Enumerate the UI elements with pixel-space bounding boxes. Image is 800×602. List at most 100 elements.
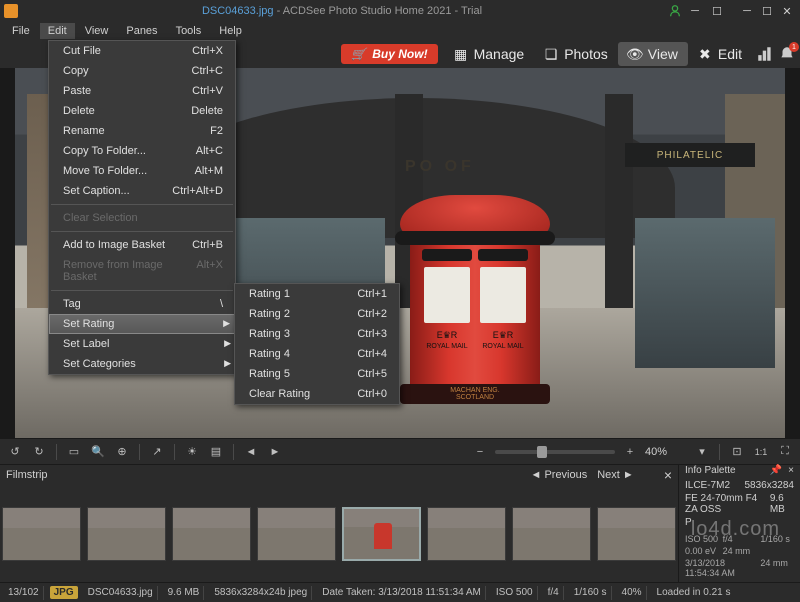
menu-help[interactable]: Help (211, 23, 250, 39)
chevron-right-icon: ▶ (223, 318, 230, 329)
grid-icon: ▦ (454, 47, 468, 61)
user-icon[interactable] (668, 4, 682, 18)
zoom-in-button[interactable]: + (621, 443, 639, 461)
zoom-out-button[interactable]: − (471, 443, 489, 461)
thumb[interactable] (87, 507, 166, 561)
histogram-button[interactable]: ▤ (207, 443, 225, 461)
external-editor-button[interactable]: ↗ (148, 443, 166, 461)
info-camera: ILCE-7M2 (685, 480, 730, 491)
status-format-badge: JPG (50, 586, 78, 599)
menu-rating-4[interactable]: Rating 4Ctrl+4 (235, 344, 399, 364)
thumb[interactable] (597, 507, 676, 561)
cart-icon: 🛒 (351, 47, 366, 61)
eye-icon: 👁 (628, 47, 642, 61)
info-dims: 5836x3284 (745, 480, 795, 491)
mode-manage[interactable]: ▦ Manage (444, 42, 535, 66)
menu-rating-1[interactable]: Rating 1Ctrl+1 (235, 284, 399, 304)
mode-view[interactable]: 👁 View (618, 42, 688, 66)
info-exif-grid: ISO 500f/41/160 s 0.00 eV24 mm 3/13/2018… (685, 534, 794, 578)
actual-size-button[interactable]: 1:1 (752, 443, 770, 461)
select-tool-button[interactable]: ▭ (65, 443, 83, 461)
mode-photos[interactable]: ❏ Photos (534, 42, 618, 66)
thumb[interactable] (427, 507, 506, 561)
menu-tools[interactable]: Tools (168, 23, 210, 39)
shop-sign-text: PHILATELIC (625, 143, 755, 167)
mode-edit[interactable]: ✖ Edit (688, 42, 752, 66)
bell-icon[interactable]: 1 (778, 45, 796, 63)
menu-rating-2[interactable]: Rating 2Ctrl+2 (235, 304, 399, 324)
menu-set-label[interactable]: Set Label▶ (49, 334, 235, 354)
menu-paste[interactable]: PasteCtrl+V (49, 81, 235, 101)
menu-move-to-folder[interactable]: Move To Folder...Alt+M (49, 161, 235, 181)
thumb[interactable] (2, 507, 81, 561)
menu-file[interactable]: File (4, 23, 38, 39)
tools-icon: ✖ (698, 47, 712, 61)
filmstrip-next[interactable]: Next ► (597, 469, 634, 481)
photos-icon: ❏ (544, 47, 558, 61)
rotate-left-button[interactable]: ↺ (6, 443, 24, 461)
chart-icon[interactable] (756, 45, 774, 63)
filmstrip-close[interactable]: × (664, 467, 672, 483)
app-icon (4, 4, 18, 18)
menu-copy[interactable]: CopyCtrl+C (49, 61, 235, 81)
zoom-dropdown[interactable]: ▾ (693, 443, 711, 461)
menu-view[interactable]: View (77, 23, 117, 39)
chevron-right-icon: ▶ (224, 358, 231, 369)
filmstrip-pane: Filmstrip ◄ Previous Next ► × (0, 465, 678, 582)
buy-now-button[interactable]: 🛒 Buy Now! (341, 44, 437, 64)
magnify-button[interactable]: ⊕ (113, 443, 131, 461)
thumb-selected[interactable] (342, 507, 421, 561)
filmstrip-prev[interactable]: ◄ Previous (530, 469, 587, 481)
filmstrip-title: Filmstrip (6, 469, 48, 481)
menu-edit[interactable]: Edit (40, 23, 75, 39)
maximize-button[interactable]: ☐ (760, 4, 774, 18)
zoom-tool-button[interactable]: 🔍 (89, 443, 107, 461)
menu-remove-from-basket: Remove from Image BasketAlt+X (49, 255, 235, 287)
menu-set-categories[interactable]: Set Categories▶ (49, 354, 235, 374)
chevron-right-icon: ▶ (224, 338, 231, 349)
fullscreen-button[interactable]: ⛶ (776, 443, 794, 461)
menu-clear-rating[interactable]: Clear RatingCtrl+0 (235, 384, 399, 404)
zoom-slider[interactable] (495, 450, 615, 454)
set-rating-submenu: Rating 1Ctrl+1 Rating 2Ctrl+2 Rating 3Ct… (234, 283, 400, 405)
info-size: 9.6 MB (770, 493, 794, 515)
inner-maximize-button[interactable]: ☐ (710, 4, 724, 18)
menu-rating-3[interactable]: Rating 3Ctrl+3 (235, 324, 399, 344)
menu-rename[interactable]: RenameF2 (49, 121, 235, 141)
minimize-button[interactable]: ─ (740, 4, 754, 18)
status-load-time: Loaded in 0.21 s (653, 586, 735, 600)
status-shutter: 1/160 s (570, 586, 612, 600)
inner-minimize-button[interactable]: ─ (688, 4, 702, 18)
menu-rating-5[interactable]: Rating 5Ctrl+5 (235, 364, 399, 384)
menu-add-to-basket[interactable]: Add to Image BasketCtrl+B (49, 235, 235, 255)
title-bar: DSC04633.jpg - ACDSee Photo Studio Home … (0, 0, 800, 22)
menu-cut-file[interactable]: Cut FileCtrl+X (49, 41, 235, 61)
info-close[interactable]: × (788, 465, 794, 476)
menu-copy-to-folder[interactable]: Copy To Folder...Alt+C (49, 141, 235, 161)
status-bar: 13/102 JPG DSC04633.jpg 9.6 MB 5836x3284… (0, 582, 800, 602)
status-aperture: f/4 (544, 586, 564, 600)
menu-delete[interactable]: DeleteDelete (49, 101, 235, 121)
filmstrip-thumbs[interactable] (0, 485, 678, 582)
rotate-right-button[interactable]: ↻ (30, 443, 48, 461)
fit-button[interactable]: ⊡ (728, 443, 746, 461)
thumb[interactable] (512, 507, 591, 561)
thumb[interactable] (172, 507, 251, 561)
thumb[interactable] (257, 507, 336, 561)
prev-image-button[interactable]: ◄ (242, 443, 260, 461)
menu-set-caption[interactable]: Set Caption...Ctrl+Alt+D (49, 181, 235, 201)
menu-separator (51, 290, 233, 291)
postbox: E♛RROYAL MAIL E♛RROYAL MAIL MACHAN ENG.S… (400, 183, 550, 398)
info-mode: P (685, 517, 692, 528)
menu-panes[interactable]: Panes (118, 23, 165, 39)
bottom-panels: Filmstrip ◄ Previous Next ► × Info Palet… (0, 464, 800, 582)
pin-icon[interactable]: 📌 (770, 465, 782, 476)
menu-set-rating[interactable]: Set Rating▶ (49, 314, 235, 334)
menu-tag[interactable]: Tag\ (49, 294, 235, 314)
menu-bar: File Edit View Panes Tools Help (0, 22, 800, 40)
exposure-button[interactable]: ☀ (183, 443, 201, 461)
zoom-percent: 40% (645, 446, 687, 458)
edit-menu-dropdown: Cut FileCtrl+X CopyCtrl+C PasteCtrl+V De… (48, 40, 236, 375)
next-image-button[interactable]: ► (266, 443, 284, 461)
close-button[interactable]: ✕ (780, 4, 794, 18)
